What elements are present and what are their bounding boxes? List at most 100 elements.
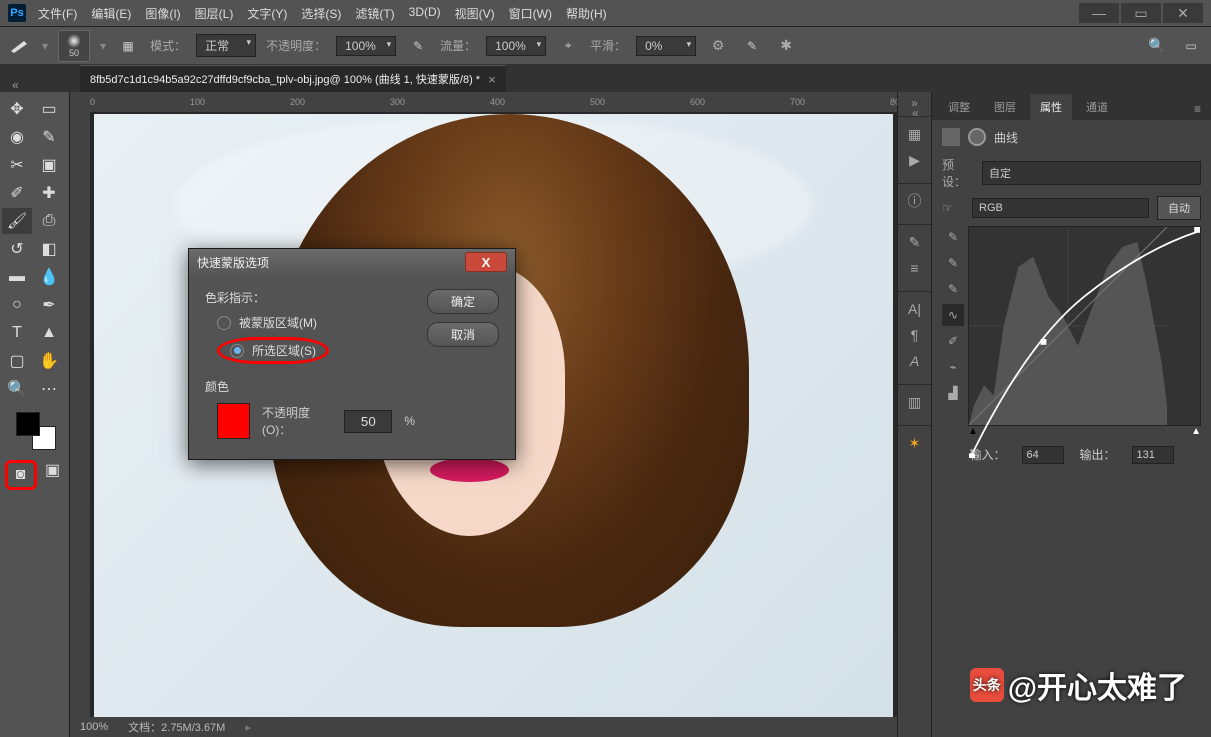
quick-select-tool[interactable]: ✎ bbox=[34, 124, 64, 150]
brush-settings-icon[interactable]: ▦ bbox=[116, 34, 140, 58]
dock-libraries-icon[interactable]: ▥ bbox=[903, 391, 927, 413]
radio-icon bbox=[217, 316, 231, 330]
dialog-titlebar[interactable]: 快速蒙版选项 X bbox=[189, 249, 515, 275]
brush-preset-picker[interactable]: 50 bbox=[58, 30, 90, 62]
quickmask-toggle[interactable]: ◙ bbox=[10, 465, 32, 485]
channel-dropdown[interactable]: RGB bbox=[972, 198, 1149, 218]
color-swatches[interactable] bbox=[2, 412, 66, 452]
menu-image[interactable]: 图像(I) bbox=[145, 5, 180, 22]
tab-properties[interactable]: 属性 bbox=[1030, 94, 1072, 120]
dialog-close-button[interactable]: X bbox=[465, 252, 507, 272]
dock-navigator-icon[interactable]: ▶ bbox=[903, 149, 927, 171]
menu-edit[interactable]: 编辑(E) bbox=[91, 5, 131, 22]
pressure-size-icon[interactable]: ✎ bbox=[740, 34, 764, 58]
preset-dropdown[interactable]: 自定 bbox=[982, 161, 1201, 185]
dialog-opacity-input[interactable] bbox=[344, 410, 392, 433]
edit-toolbar[interactable]: ⋯ bbox=[34, 376, 64, 402]
curve-input-sliders[interactable]: ▲ ▲ bbox=[968, 426, 1201, 438]
curves-graph[interactable] bbox=[968, 226, 1201, 426]
menu-select[interactable]: 选择(S) bbox=[301, 5, 341, 22]
menu-3d[interactable]: 3D(D) bbox=[409, 5, 441, 22]
menu-help[interactable]: 帮助(H) bbox=[566, 5, 607, 22]
flow-dropdown[interactable]: 100% bbox=[486, 36, 546, 56]
doc-size: 2.75M/3.67M bbox=[161, 722, 225, 734]
zoom-value[interactable]: 100% bbox=[80, 721, 108, 733]
gradient-tool[interactable]: ▬ bbox=[2, 264, 32, 290]
cancel-button[interactable]: 取消 bbox=[427, 322, 499, 347]
panel-menu-icon[interactable]: ≡ bbox=[1190, 98, 1205, 120]
hand-tool[interactable]: ✋ bbox=[34, 348, 64, 374]
marquee-tool[interactable]: ▭ bbox=[34, 96, 64, 122]
crop-tool[interactable]: ✂ bbox=[2, 152, 32, 178]
foreground-color-swatch[interactable] bbox=[16, 412, 40, 436]
curve-pencil-tool[interactable]: ✐ bbox=[942, 330, 964, 352]
radio-selected-areas[interactable]: 所选区域(S) bbox=[217, 337, 415, 364]
gear-icon[interactable]: ⚙ bbox=[706, 34, 730, 58]
history-brush-tool[interactable]: ↺ bbox=[2, 236, 32, 262]
opacity-dropdown[interactable]: 100% bbox=[336, 36, 396, 56]
dock-brushes-icon[interactable]: ✎ bbox=[903, 231, 927, 253]
ok-button[interactable]: 确定 bbox=[427, 289, 499, 314]
dock-histogram-icon[interactable]: ▦ bbox=[903, 123, 927, 145]
menu-filter[interactable]: 滤镜(T) bbox=[355, 5, 394, 22]
mask-icon[interactable] bbox=[968, 128, 986, 146]
eyedropper-black-icon[interactable]: ✎ bbox=[942, 226, 964, 248]
frame-tool[interactable]: ▣ bbox=[34, 152, 64, 178]
pen-tool[interactable]: ✒ bbox=[34, 292, 64, 318]
eraser-tool[interactable]: ◧ bbox=[34, 236, 64, 262]
dock-paragraph-icon[interactable]: ¶ bbox=[903, 324, 927, 346]
menu-file[interactable]: 文件(F) bbox=[38, 5, 77, 22]
menu-type[interactable]: 文字(Y) bbox=[247, 5, 287, 22]
dock-glyphs-icon[interactable]: A bbox=[903, 350, 927, 372]
close-button[interactable]: ✕ bbox=[1163, 3, 1203, 23]
workspace-icon[interactable]: ▭ bbox=[1179, 34, 1203, 58]
path-select-tool[interactable]: ▲ bbox=[34, 320, 64, 346]
menu-window[interactable]: 窗口(W) bbox=[509, 5, 552, 22]
rectangle-tool[interactable]: ▢ bbox=[2, 348, 32, 374]
channel-finger-icon[interactable]: ☞ bbox=[942, 201, 964, 215]
brush-tool[interactable]: 🖌 bbox=[2, 208, 32, 234]
curve-hand-tool[interactable]: ▟ bbox=[942, 382, 964, 404]
stamp-tool[interactable]: ⎙ bbox=[34, 208, 64, 234]
eyedropper-tool[interactable]: ✐ bbox=[2, 180, 32, 206]
type-tool[interactable]: T bbox=[2, 320, 32, 346]
move-tool[interactable]: ✥ bbox=[2, 96, 32, 122]
tab-adjustments[interactable]: 调整 bbox=[938, 94, 980, 120]
curve-smooth-tool[interactable]: ⌁ bbox=[942, 356, 964, 378]
lasso-tool[interactable]: ◉ bbox=[2, 124, 32, 150]
close-tab-icon[interactable]: × bbox=[488, 72, 496, 87]
mode-dropdown[interactable]: 正常 bbox=[196, 34, 256, 57]
document-tab[interactable]: 8fb5d7c1d1c94b5a92c27dffd9cf9cba_tplv-ob… bbox=[80, 65, 506, 92]
zoom-tool[interactable]: 🔍 bbox=[2, 376, 32, 402]
app-logo: Ps bbox=[8, 4, 26, 22]
dock-learn-icon[interactable]: ✶ bbox=[903, 432, 927, 454]
current-tool-icon[interactable] bbox=[8, 34, 32, 58]
smooth-dropdown[interactable]: 0% bbox=[636, 36, 696, 56]
blur-tool[interactable]: 💧 bbox=[34, 264, 64, 290]
maximize-button[interactable]: ▭ bbox=[1121, 3, 1161, 23]
radio-masked-areas[interactable]: 被蒙版区域(M) bbox=[217, 314, 415, 331]
dock-character-icon[interactable]: A| bbox=[903, 298, 927, 320]
screen-mode-toggle[interactable]: ▣ bbox=[42, 460, 64, 480]
quickmask-highlight: ◙ bbox=[5, 460, 37, 490]
color-picker-swatch[interactable] bbox=[217, 403, 250, 439]
minimize-button[interactable]: ― bbox=[1079, 3, 1119, 23]
symmetry-icon[interactable]: ✱ bbox=[774, 34, 798, 58]
dodge-tool[interactable]: ○ bbox=[2, 292, 32, 318]
menu-layer[interactable]: 图层(L) bbox=[195, 5, 234, 22]
airbrush-icon[interactable]: ⌖ bbox=[556, 34, 580, 58]
ruler-vertical bbox=[70, 112, 90, 717]
tab-layers[interactable]: 图层 bbox=[984, 94, 1026, 120]
auto-button[interactable]: 自动 bbox=[1157, 196, 1201, 220]
search-icon[interactable]: 🔍 bbox=[1145, 34, 1169, 58]
curve-point-tool[interactable]: ∿ bbox=[942, 304, 964, 326]
tab-channels[interactable]: 通道 bbox=[1076, 94, 1118, 120]
dock-info-icon[interactable]: ⓘ bbox=[903, 190, 927, 212]
pressure-opacity-icon[interactable]: ✎ bbox=[406, 34, 430, 58]
eyedropper-gray-icon[interactable]: ✎ bbox=[942, 252, 964, 274]
radio-icon bbox=[230, 344, 244, 358]
menu-view[interactable]: 视图(V) bbox=[455, 5, 495, 22]
healing-tool[interactable]: ✚ bbox=[34, 180, 64, 206]
dock-brush-settings-icon[interactable]: ≡ bbox=[903, 257, 927, 279]
eyedropper-white-icon[interactable]: ✎ bbox=[942, 278, 964, 300]
